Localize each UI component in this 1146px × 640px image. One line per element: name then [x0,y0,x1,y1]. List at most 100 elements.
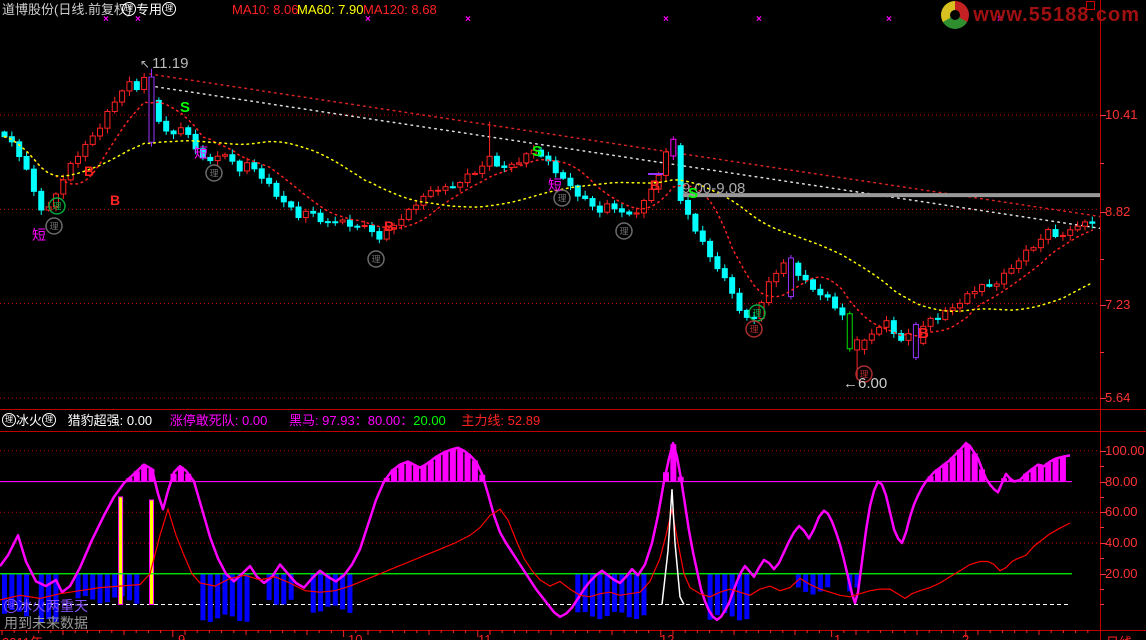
candle-body [479,165,486,174]
indicator-value-zhuli: 主力线: 52.89 [461,413,541,428]
candle-body [596,205,603,213]
axis-tick [1100,482,1106,483]
candle-body [82,143,89,157]
axis-price-label: 100.00 [1105,443,1145,458]
candle-body [839,307,846,316]
candle-body [266,177,273,184]
axis-price-label: 8.82 [1105,204,1131,219]
candle-body [258,168,265,179]
indicator-header-divider [0,431,1146,432]
blue-bar [200,573,206,621]
candle-body [582,195,589,200]
candle-body [979,284,986,293]
candle-body [280,195,287,203]
candle-body [23,156,30,170]
candle-body [332,221,339,224]
axis-tick [1100,115,1106,116]
main-chart-canvas[interactable]: 理理理理理理理理理↖ 11.19S短BB短BS短 B 9.00-9.08S←6.00B [0,18,1100,409]
magenta-bar [964,444,971,482]
axis-price-label: 5.64 [1105,390,1131,405]
watermark-char: 理 [749,325,758,335]
axis-price-label: 60.00 [1105,504,1138,519]
magenta-bar [457,448,464,482]
candle-body [868,333,875,341]
blue-bar [825,573,831,588]
blue-bar [641,573,647,616]
period-selector[interactable]: 日线 [1106,632,1132,640]
panel-divider [0,409,1146,410]
candle-body [185,127,192,135]
axis-tick [1100,305,1106,306]
candle-body [163,120,170,132]
indicator-chart-canvas[interactable] [0,432,1100,630]
indicator-value-heima: 黑马: 97.93：80.00： [288,413,414,428]
axis-tick [1100,163,1104,164]
candle-body [1045,229,1052,240]
candle-body [567,177,574,187]
candle-body [589,198,596,207]
chart-annotation: 短 [194,145,208,161]
axis-tick [1100,398,1106,399]
crosshair-marker [1086,1,1095,10]
blue-bar [244,573,250,622]
candle-body [97,127,104,137]
magenta-bar [1059,456,1066,482]
blue-bar [626,573,632,618]
axis-tick [1100,259,1104,260]
month-label: 1 [834,632,842,640]
candle-body [148,76,155,143]
yellow-signal-bar [149,499,154,606]
candle-body [1015,260,1022,269]
candle-body [663,151,669,176]
candle-body [111,101,118,112]
candle-body [890,320,897,335]
candle-body [170,130,177,135]
candle-body [442,186,449,191]
candle-body [618,208,625,213]
candle-body [802,274,809,281]
month-label: 11 [478,632,492,640]
candle-body [251,162,258,170]
candle-body [119,90,126,103]
candle-body [1081,221,1088,227]
candle-body [222,154,228,157]
axis-tick [1100,212,1106,213]
axis-price-label: 10.41 [1105,107,1138,122]
candle-body [449,186,456,189]
blue-bar [347,573,353,613]
candle-body [729,277,736,294]
candle-body [523,153,530,164]
candle-body [1030,247,1037,251]
candle-body [420,195,427,206]
watermark-char: 理 [557,194,566,204]
app-window: 道博股份(日线.前复权) 理专用理 MA10: 8.06 MA60: 7.90 … [0,0,1146,640]
chart-annotation: S [180,99,190,116]
magenta-bar [435,455,442,482]
candle-body [273,182,280,197]
axis-tick [1100,543,1106,544]
candle-body [133,81,140,91]
chart-annotation: ↖ [140,57,150,71]
candle-body [126,81,133,92]
candle-body [846,313,853,350]
candle-body [1059,234,1066,237]
candle-body [457,182,464,188]
axis-price-label: 80.00 [1105,474,1138,489]
candle-body [1037,238,1044,249]
candle-body [640,200,647,214]
candle-body [346,219,353,227]
candle-body [75,155,81,164]
watermark-char: 理 [752,309,761,319]
candle-body [516,162,522,165]
watermark-char: 理 [209,169,218,179]
axis-tick [1100,352,1104,353]
candle-body [317,212,324,223]
candle-body [1008,267,1015,274]
price-axis-line [1100,0,1101,640]
candle-body [810,279,816,290]
candle-body [236,160,243,172]
candle-body [508,163,515,168]
blue-bar [604,573,610,617]
special-badge: 理专用理 [122,1,177,19]
indicator-name[interactable]: 理冰火理 [2,413,57,428]
